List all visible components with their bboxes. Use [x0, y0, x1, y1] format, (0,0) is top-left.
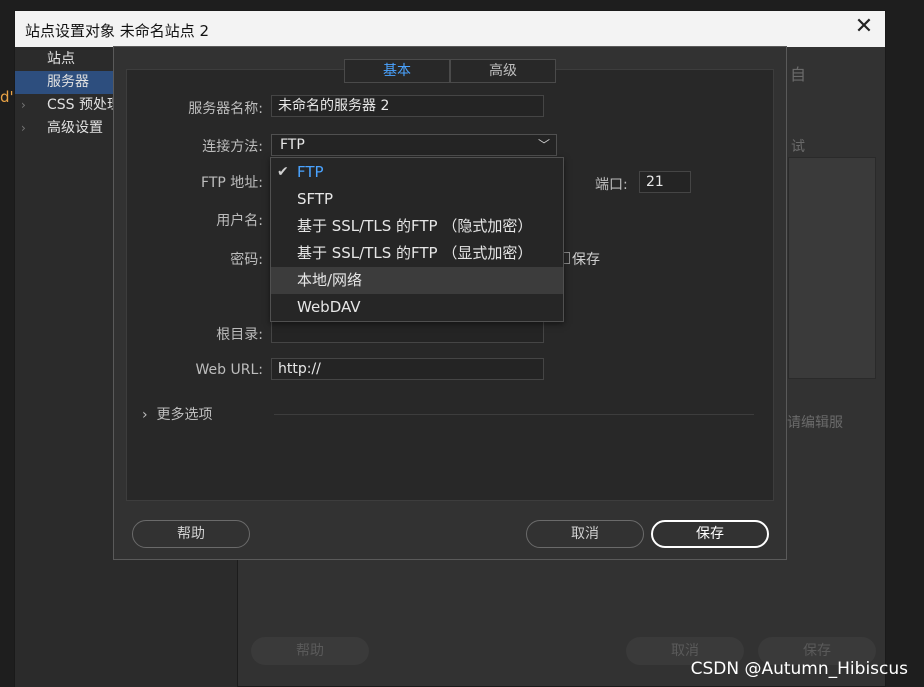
chevron-right-icon: ›: [21, 121, 26, 135]
save-button[interactable]: 保存: [651, 520, 769, 548]
dropdown-option-label: 基于 SSL/TLS 的FTP （显式加密）: [297, 244, 533, 262]
dropdown-option-label: 基于 SSL/TLS 的FTP （隐式加密）: [297, 217, 533, 235]
dropdown-option-ftps-explicit[interactable]: 基于 SSL/TLS 的FTP （显式加密）: [271, 240, 563, 267]
cancel-button[interactable]: 取消: [526, 520, 644, 548]
bg-text-fragment: 试: [791, 139, 805, 155]
root-dir-input[interactable]: [271, 321, 544, 343]
help-button[interactable]: 帮助: [132, 520, 250, 548]
more-options-label: 更多选项: [156, 407, 213, 423]
dropdown-option-ftps-implicit[interactable]: 基于 SSL/TLS 的FTP （隐式加密）: [271, 213, 563, 240]
web-url-label: Web URL:: [195, 362, 263, 378]
watermark-text: CSDN @Autumn_Hibiscus: [690, 659, 908, 679]
window-title: 站点设置对象 未命名站点 2: [25, 22, 210, 40]
tab-basic[interactable]: 基本: [344, 59, 450, 83]
username-label: 用户名:: [216, 213, 263, 229]
sidebar-item-label: 站点: [47, 51, 75, 67]
tab-advanced[interactable]: 高级: [450, 59, 556, 83]
sidebar-item-label: CSS 预处理: [47, 97, 121, 113]
dropdown-option-label: WebDAV: [297, 298, 361, 316]
title-bar: 站点设置对象 未命名站点 2 ✕: [15, 11, 885, 47]
bg-text-fragment: 自: [790, 65, 807, 84]
bg-help-button[interactable]: 帮助: [251, 637, 369, 665]
web-url-input[interactable]: http://: [271, 358, 544, 380]
dropdown-option-sftp[interactable]: SFTP: [271, 186, 563, 213]
connect-method-value: FTP: [280, 137, 305, 153]
connect-method-select[interactable]: FTP ﹀: [271, 134, 557, 156]
chevron-right-icon: ›: [21, 98, 26, 112]
chevron-down-icon: ﹀: [537, 138, 550, 152]
bg-text-fragment: 请编辑服: [787, 415, 843, 431]
dropdown-option-local-network[interactable]: 本地/网络: [271, 267, 563, 294]
ftp-address-label: FTP 地址:: [201, 175, 263, 191]
root-dir-label: 根目录:: [216, 327, 263, 343]
connect-method-label: 连接方法:: [202, 139, 263, 155]
dropdown-option-label: 本地/网络: [297, 271, 363, 289]
sidebar-item-label: 服务器: [47, 74, 89, 90]
connect-method-dropdown: ✔ FTP SFTP 基于 SSL/TLS 的FTP （隐式加密） 基于 SSL…: [270, 157, 564, 322]
more-options-toggle[interactable]: › 更多选项: [142, 404, 213, 424]
dropdown-option-label: FTP: [297, 163, 324, 181]
chevron-right-icon: ›: [142, 407, 157, 423]
check-icon: ✔: [277, 164, 289, 180]
sidebar-item-label: 高级设置: [47, 120, 103, 136]
password-label: 密码:: [230, 252, 263, 268]
bg-panel: [788, 157, 876, 379]
server-name-label: 服务器名称:: [188, 101, 263, 117]
dropdown-option-label: SFTP: [297, 190, 334, 208]
close-icon[interactable]: ✕: [853, 16, 875, 38]
dropdown-option-webdav[interactable]: WebDAV: [271, 294, 563, 321]
port-input[interactable]: 21: [639, 171, 691, 193]
server-name-input[interactable]: 未命名的服务器 2: [271, 95, 544, 117]
save-password-label: 保存: [572, 252, 600, 268]
partial-code-text: d': [0, 88, 14, 106]
dropdown-option-ftp[interactable]: ✔ FTP: [271, 159, 563, 186]
port-label: 端口:: [595, 177, 628, 193]
divider: [274, 414, 754, 415]
